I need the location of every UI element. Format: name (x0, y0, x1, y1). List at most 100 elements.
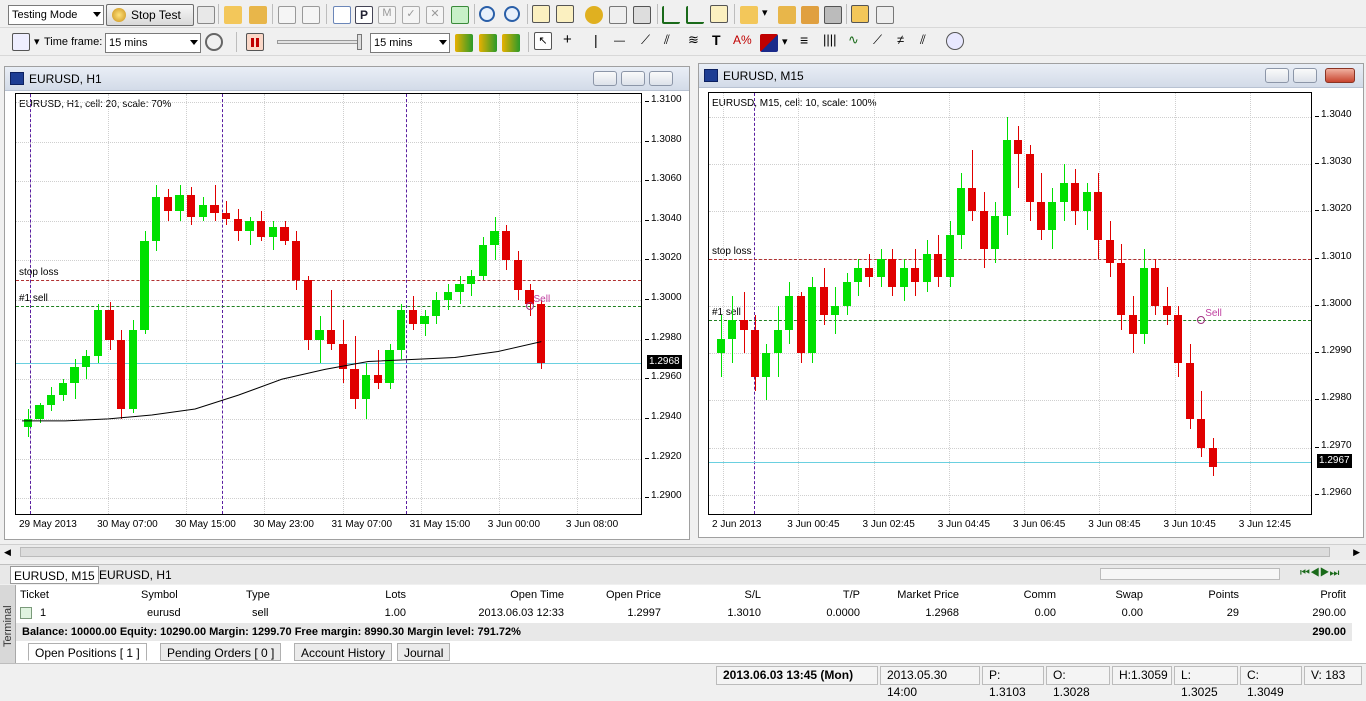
tester-icon[interactable] (851, 5, 869, 23)
table-row[interactable]: 1 eurusd sell 1.00 2013.06.03 12:33 1.2997 1.3… (16, 604, 1352, 622)
skip-to-select[interactable]: 15 mins (370, 33, 450, 53)
candle-body (751, 329, 760, 377)
m-icon[interactable]: M (378, 6, 396, 24)
magnet-icon[interactable] (946, 32, 964, 50)
status-datetime: 2013.06.03 13:45 (Mon) (716, 666, 878, 685)
column-header: Profit (1320, 589, 1346, 601)
check-icon[interactable]: ✓ (402, 6, 420, 24)
open-folder-icon[interactable] (224, 6, 242, 24)
scroll-right-icon[interactable]: ▶ (1353, 547, 1360, 558)
close-button[interactable] (649, 71, 673, 86)
brush-icon[interactable] (801, 6, 819, 24)
chart-window-icon (10, 72, 24, 85)
balance-profit: 290.00 (1312, 626, 1346, 638)
column-header: T/P (842, 589, 860, 601)
candle-body (922, 253, 931, 283)
label-icon[interactable]: A% (733, 33, 752, 47)
text-icon[interactable]: T (712, 33, 721, 47)
column-header: Ticket (20, 589, 49, 601)
tab-label: Pending Orders [ 0 ] (167, 646, 275, 660)
pitchfork-icon[interactable]: ⫽ (920, 33, 926, 47)
time-tick: 2 Jun 2013 (712, 519, 762, 530)
copy-icon[interactable] (278, 6, 296, 24)
channel-icon[interactable]: ⫽ (664, 33, 670, 47)
edit-icon[interactable] (197, 6, 215, 24)
shapes-icon[interactable] (760, 34, 778, 52)
bar-chart-icon[interactable] (532, 5, 550, 23)
template-icon[interactable] (633, 6, 651, 24)
chart-area[interactable]: EURUSD, M15, cell: 10, scale: 100% stop … (708, 92, 1312, 515)
tab-eurusd-m15[interactable]: EURUSD, M15 (10, 566, 99, 584)
timeframe-select[interactable]: 15 mins (105, 33, 201, 53)
bars-icon[interactable]: |||| (823, 33, 837, 47)
tab-scroll-track[interactable] (1100, 568, 1280, 580)
tab-label: EURUSD, H1 (99, 568, 172, 582)
grid-lines-icon[interactable]: ≠ (897, 33, 904, 47)
expert-icon[interactable] (778, 6, 796, 24)
chart-window-m15[interactable]: EURUSD, M15 EURUSD, M15, cell: 10, scale… (698, 63, 1364, 538)
scroll-left-icon[interactable]: ◀ (4, 547, 11, 558)
chevron-down-icon[interactable]: ▾ (34, 35, 40, 49)
step-back-icon[interactable] (455, 34, 473, 52)
close-button[interactable] (1325, 68, 1355, 83)
clock-icon[interactable] (205, 33, 223, 51)
fan-icon[interactable]: ⟋ (873, 33, 882, 47)
scroll-chart-icon[interactable] (686, 6, 704, 24)
horizontal-line-icon[interactable]: — (614, 34, 625, 48)
chart-area[interactable]: EURUSD, H1, cell: 20, scale: 70% stop lo… (15, 93, 642, 515)
step-icon[interactable] (479, 34, 497, 52)
status-text: H:1.3059 (1119, 668, 1168, 682)
folders-icon[interactable] (249, 6, 267, 24)
trend-line-icon[interactable]: ⟋ (641, 33, 650, 47)
periods-icon[interactable]: ≡ (800, 33, 808, 47)
new-document-icon[interactable] (333, 6, 351, 24)
maximize-button[interactable] (621, 71, 645, 86)
tab-journal[interactable]: Journal (397, 643, 451, 661)
zoom-out-icon[interactable] (504, 6, 520, 22)
window-title-bar[interactable]: EURUSD, H1 (5, 67, 689, 91)
gann-icon[interactable]: ∿ (848, 33, 859, 47)
order-icon (20, 607, 32, 619)
indicators-icon[interactable] (740, 6, 758, 24)
camera-icon[interactable] (824, 6, 842, 24)
cursor-icon[interactable]: ↖ (534, 32, 552, 50)
chevron-down-icon[interactable]: ▾ (762, 6, 768, 20)
step-forward-icon[interactable] (502, 34, 520, 52)
window-title-bar[interactable]: EURUSD, M15 (699, 64, 1363, 88)
p-icon[interactable]: P (355, 6, 373, 24)
minimize-button[interactable] (1265, 68, 1289, 83)
delete-icon[interactable]: ✕ (426, 6, 444, 24)
coins-icon[interactable] (585, 6, 603, 24)
fibo-icon[interactable]: ≋ (688, 33, 699, 47)
pause-button[interactable] (246, 33, 264, 51)
chevron-down-icon[interactable]: ▾ (782, 35, 788, 49)
horizontal-scrollbar[interactable]: ◀ ▶ (0, 544, 1366, 560)
scroll-thumb[interactable] (20, 547, 1330, 557)
table-cell: 290.00 (1312, 607, 1346, 619)
candles-icon[interactable] (556, 5, 574, 23)
crosshair-icon[interactable]: + (563, 32, 572, 47)
chart-settings-icon[interactable] (12, 33, 30, 51)
zoom-in-icon[interactable] (479, 6, 495, 22)
mode-select[interactable]: Testing Mode (8, 5, 104, 25)
play-icon[interactable] (302, 6, 320, 24)
column-header: Swap (1115, 589, 1143, 601)
vertical-line-icon[interactable]: | (594, 33, 598, 47)
speed-slider[interactable] (277, 34, 362, 50)
refresh-icon[interactable] (451, 6, 469, 24)
stop-test-button[interactable]: Stop Test (106, 4, 194, 26)
tab-nav-icons[interactable]: ⏮◀▶⏭ (1300, 567, 1339, 580)
tab-account-history[interactable]: Account History (294, 643, 393, 661)
slider-handle[interactable] (357, 34, 362, 50)
tab-pending-orders[interactable]: Pending Orders [ 0 ] (160, 643, 282, 661)
line-chart-icon[interactable] (662, 6, 680, 24)
grid-icon[interactable] (609, 6, 627, 24)
tab-open-positions[interactable]: Open Positions [ 1 ] (28, 643, 147, 661)
time-tick: 31 May 07:00 (331, 519, 393, 530)
minimize-button[interactable] (593, 71, 617, 86)
tab-eurusd-h1[interactable]: EURUSD, H1 (96, 566, 175, 584)
chart-window-h1[interactable]: EURUSD, H1 EURUSD, H1, cell: 20, scale: … (4, 66, 690, 540)
layout-icon[interactable] (876, 6, 894, 24)
maximize-button[interactable] (1293, 68, 1317, 83)
autoscroll-icon[interactable] (710, 5, 728, 23)
